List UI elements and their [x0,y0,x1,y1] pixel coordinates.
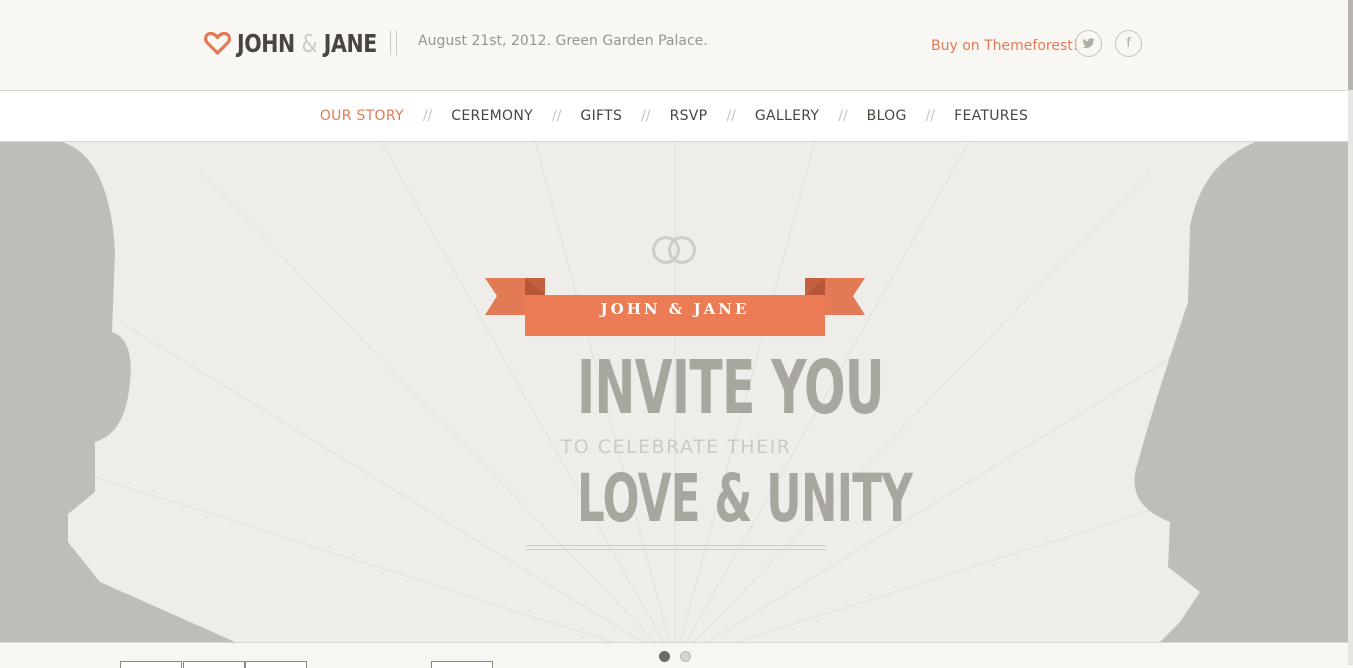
nav-separator: // [551,108,562,124]
nav-separator: // [726,108,736,124]
nav-separator: // [422,108,433,124]
heart-icon [204,31,231,55]
nav-item-rsvp[interactable]: RSVP [670,108,708,124]
site-header: JOHN & JANE August 21st, 2012. Green Gar… [0,0,1348,91]
buy-on-themeforest-link[interactable]: Buy on Themeforest! [931,38,1078,54]
logo-text: JOHN & JANE [237,29,377,58]
nav-item-gallery[interactable]: GALLERY [755,108,819,124]
man-silhouette [0,142,235,642]
main-nav: OUR STORY // CEREMONY // GIFTS // RSVP /… [0,91,1348,142]
site-logo[interactable]: JOHN & JANE [204,26,408,60]
wedding-rings-icon [652,236,696,264]
page-scrollbar[interactable] [1348,0,1353,665]
facebook-button[interactable]: f [1115,30,1142,57]
nav-separator: // [925,108,936,124]
nav-separator: // [838,108,848,124]
nav-item-gifts[interactable]: GIFTS [580,108,622,124]
scrollbar-thumb[interactable] [1348,0,1353,90]
headline-invite-you: INVITE YOU [577,345,885,431]
slider-dot-2[interactable] [680,651,691,662]
twitter-button[interactable] [1075,30,1102,57]
headline-underline [526,549,826,550]
logo-ampersand: & [301,28,318,58]
banner-couple-names: JOHN & JANE [600,300,750,318]
header-divider [390,30,397,55]
nav-items: OUR STORY // CEREMONY // GIFTS // RSVP /… [320,108,1028,124]
facebook-icon: f [1126,36,1131,51]
logo-name-john: JOHN [237,28,295,58]
twitter-icon [1082,38,1095,49]
nav-item-blog[interactable]: BLOG [867,108,907,124]
nav-item-our-story[interactable]: OUR STORY [320,108,404,124]
nav-item-features[interactable]: FEATURES [954,108,1028,124]
logo-name-jane: JANE [323,28,377,58]
nav-separator: // [641,108,651,124]
headline-love-unity: LOVE & UNITY [577,460,913,537]
slider-dot-1[interactable] [659,651,670,662]
nav-item-ceremony[interactable]: CEREMONY [451,108,533,124]
headline-underline [526,545,826,546]
hero-slider: JOHN & JANE INVITE YOU TO CELEBRATE THEI… [0,142,1348,642]
event-tagline: August 21st, 2012. Green Garden Palace. [418,33,708,49]
woman-silhouette [1134,142,1348,642]
